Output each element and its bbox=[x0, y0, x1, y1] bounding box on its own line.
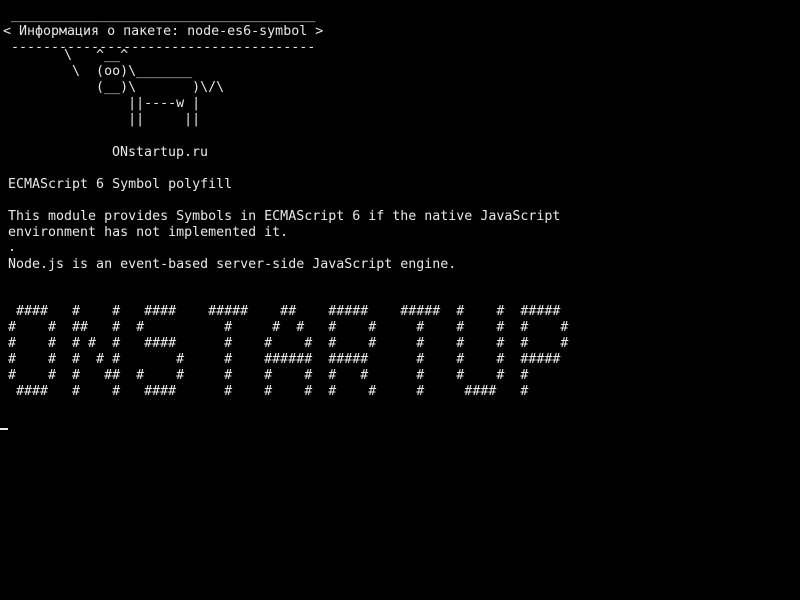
node-info: Node.js is an event-based server-side Ja… bbox=[8, 257, 457, 272]
description-line: environment has not implemented it. bbox=[8, 225, 289, 240]
cow-art-line: (__)\ )\/\ bbox=[8, 80, 225, 95]
package-info: ECMAScript 6 Symbol polyfill This module… bbox=[8, 177, 560, 241]
onstartup-ascii-banner: #### # # #### ##### ## ##### ##### # # #… bbox=[8, 304, 568, 400]
text-cursor bbox=[0, 428, 8, 430]
cow-ascii-art: \ ^__^ \ (oo)\_______ (__)\ )\/\ ||----w… bbox=[8, 48, 224, 128]
cow-art-line: \ ^__^ bbox=[8, 48, 129, 63]
separator-dot: . bbox=[8, 240, 17, 255]
cowsay-top-border: ______________________________________ bbox=[3, 8, 316, 23]
banner-line: # # # # # # # ###### ##### # # # ##### bbox=[8, 352, 561, 367]
banner-line: # # ## # # # # # # # # # # # # bbox=[8, 320, 569, 335]
terminal-screen[interactable]: ______________________________________ < … bbox=[0, 0, 800, 600]
cow-art-line: || || bbox=[8, 112, 201, 127]
site-name: ONstartup.ru bbox=[112, 145, 209, 160]
banner-line: #### # # #### # # # # # # #### # bbox=[8, 384, 529, 399]
cowsay-message: < Информация о пакете: node-es6-symbol > bbox=[3, 24, 324, 39]
package-title: ECMAScript 6 Symbol polyfill bbox=[8, 177, 233, 192]
description-line: This module provides Symbols in ECMAScri… bbox=[8, 209, 561, 224]
banner-line: #### # # #### ##### ## ##### ##### # # #… bbox=[8, 304, 561, 319]
banner-line: # # # # # #### # # # # # # # # # # bbox=[8, 336, 569, 351]
cow-art-line: ||----w | bbox=[8, 96, 201, 111]
banner-line: # # # ## # # # # # # # # # # # bbox=[8, 368, 529, 383]
cow-art-line: \ (oo)\_______ bbox=[8, 64, 193, 79]
